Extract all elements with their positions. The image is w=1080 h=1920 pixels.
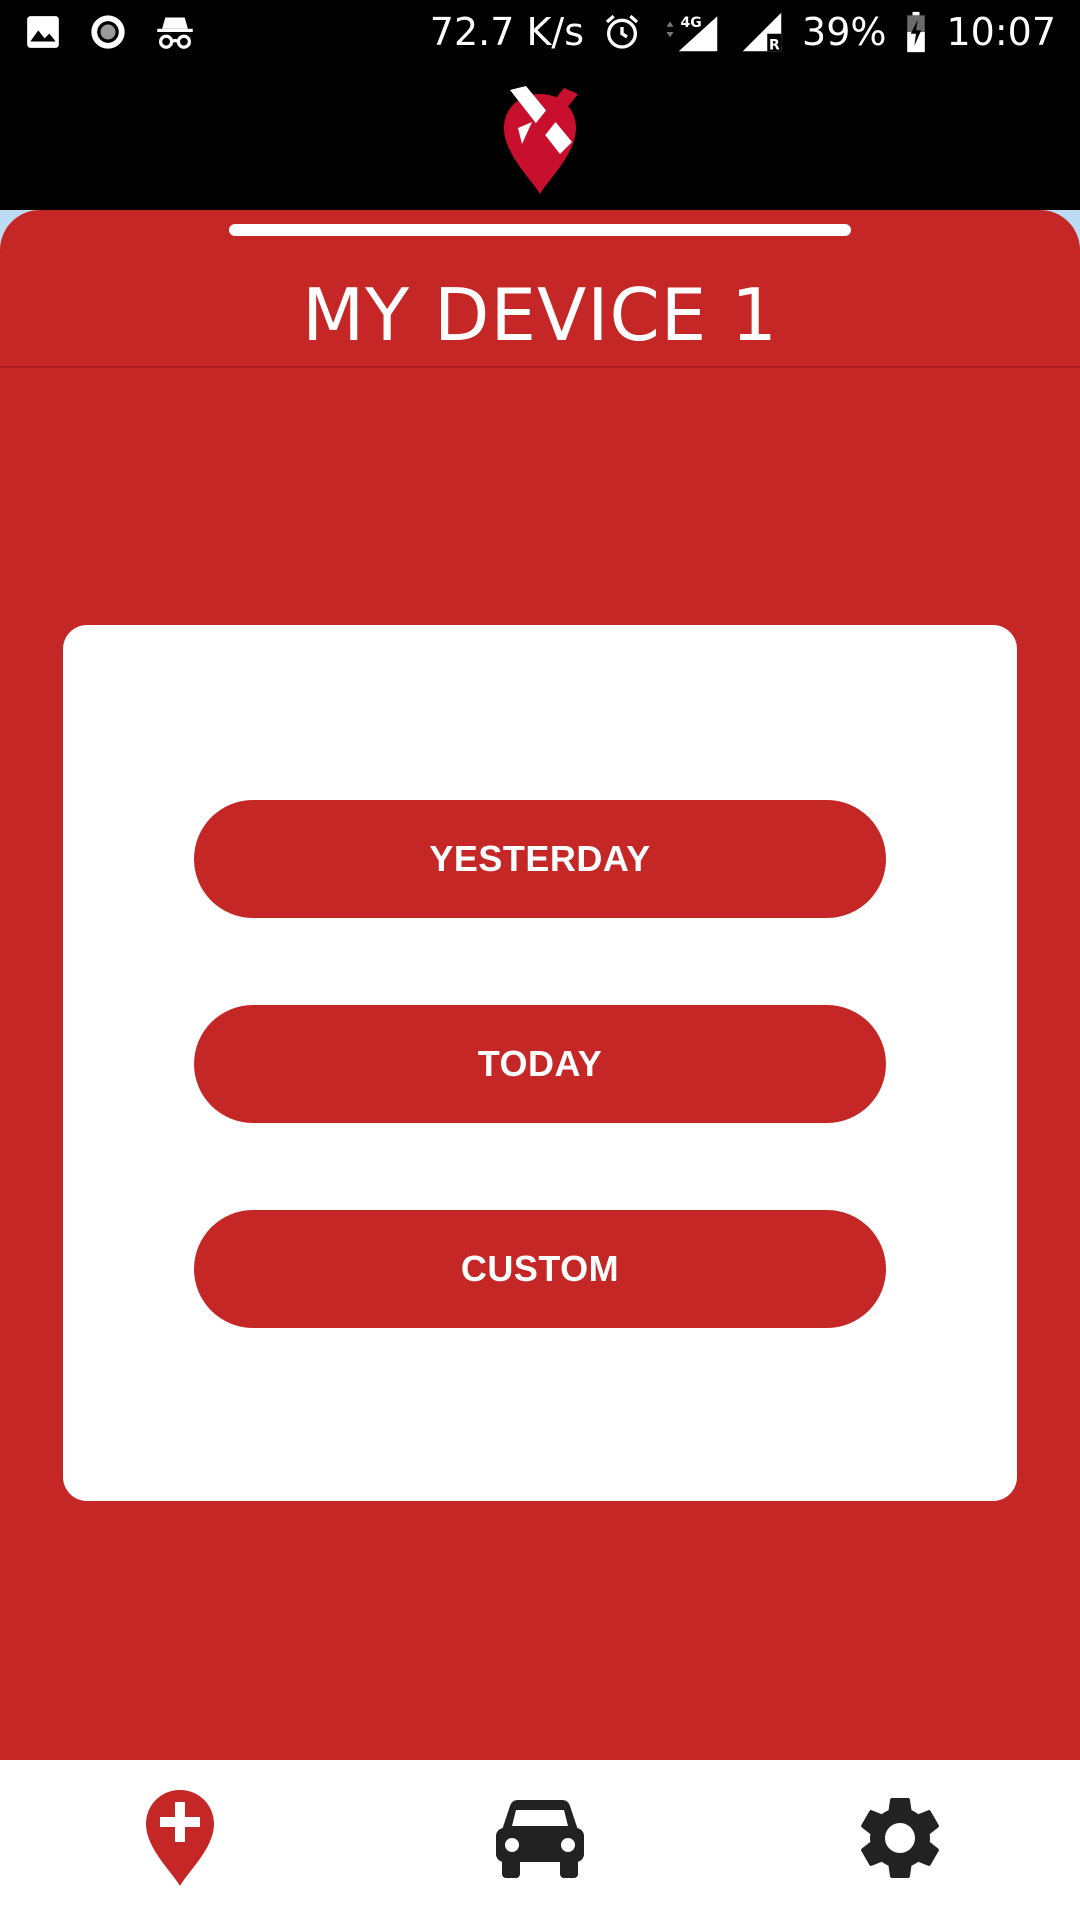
bottom-navigation — [0, 1760, 1080, 1920]
today-button[interactable]: TODAY — [194, 1005, 886, 1123]
device-sheet: MY DEVICE 1 YESTERDAY TODAY CUSTOM — [0, 210, 1080, 1760]
app-header — [0, 64, 1080, 210]
svg-text:R: R — [769, 38, 780, 54]
incognito-icon — [154, 12, 196, 52]
signal-roaming-icon: R — [740, 11, 784, 53]
nav-add-location[interactable] — [90, 1760, 270, 1920]
image-icon — [24, 13, 62, 51]
record-icon — [88, 12, 128, 52]
gear-icon — [850, 1788, 950, 1893]
battery-charging-icon — [904, 11, 928, 53]
device-title: MY DEVICE 1 — [302, 273, 778, 357]
status-right: 72.7 K/s 4G R 39% 10:07 — [430, 10, 1056, 54]
custom-button[interactable]: CUSTOM — [194, 1210, 886, 1328]
signal-4g-icon: 4G — [660, 11, 722, 53]
add-location-icon — [144, 1788, 216, 1893]
status-bar: 72.7 K/s 4G R 39% 10:07 — [0, 0, 1080, 64]
nav-vehicles[interactable] — [450, 1760, 630, 1920]
status-left-icons — [24, 12, 196, 52]
alarm-icon — [602, 12, 642, 52]
date-options-card: YESTERDAY TODAY CUSTOM — [63, 625, 1017, 1501]
divider — [0, 366, 1080, 368]
battery-percent: 39% — [802, 10, 887, 54]
car-icon — [494, 1796, 586, 1885]
network-speed: 72.7 K/s — [429, 10, 585, 54]
clock-time: 10:07 — [946, 10, 1056, 54]
svg-text:4G: 4G — [681, 15, 702, 31]
yesterday-button[interactable]: YESTERDAY — [194, 800, 886, 918]
drag-handle[interactable] — [229, 224, 851, 236]
nav-settings[interactable] — [810, 1760, 990, 1920]
location-pin-logo — [498, 84, 582, 201]
